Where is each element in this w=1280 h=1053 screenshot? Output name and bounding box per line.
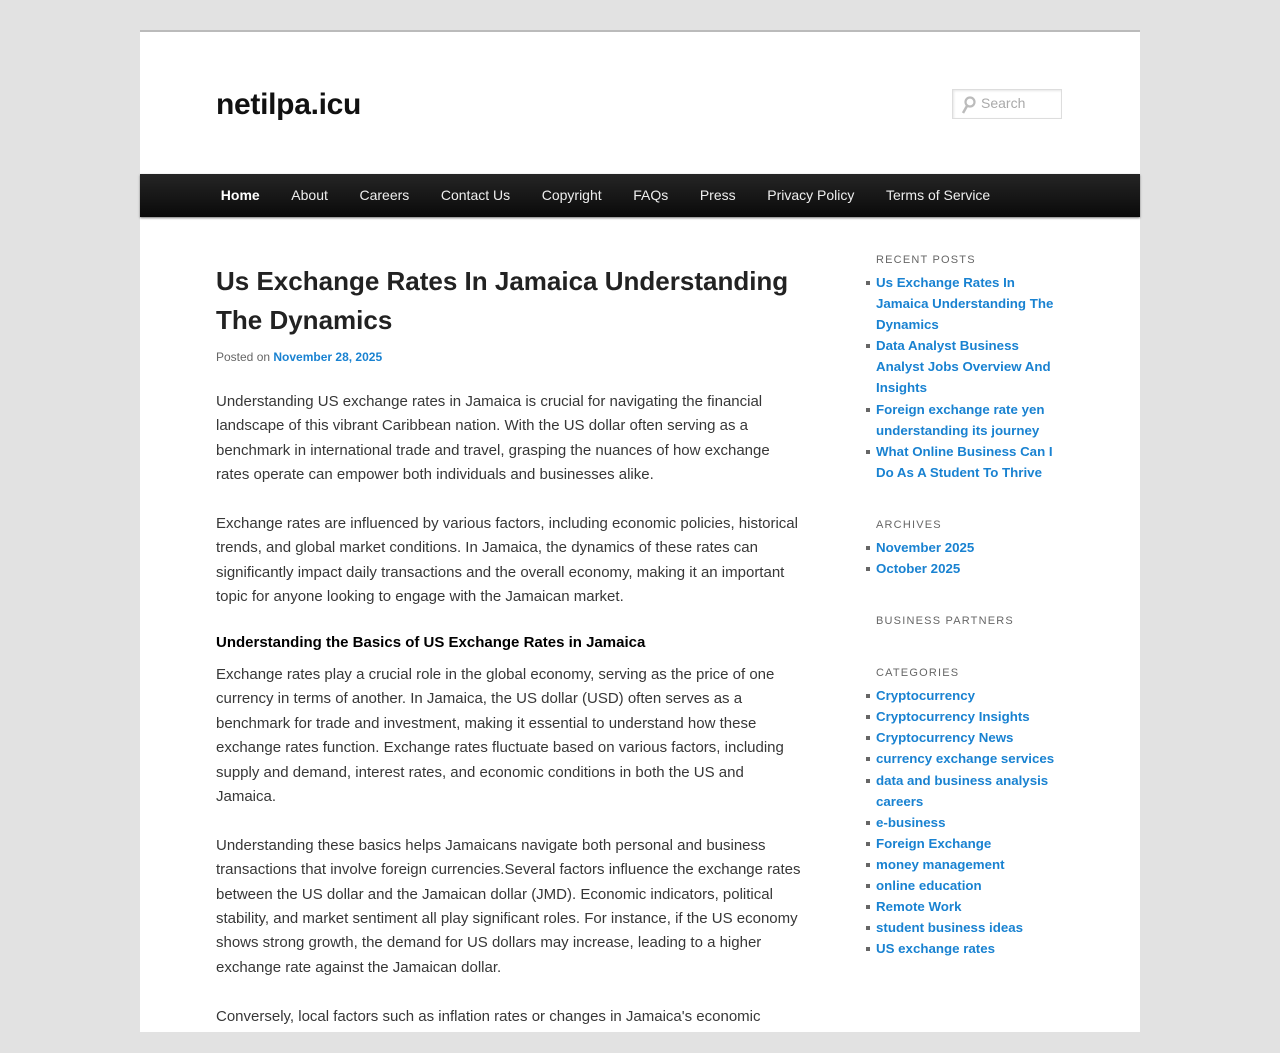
widget-title: Business Partners	[876, 615, 1014, 628]
nav-home[interactable]: Home	[205, 174, 276, 217]
nav-copyright[interactable]: Copyright	[526, 174, 618, 217]
category-link[interactable]: Cryptocurrency News	[876, 730, 1013, 745]
category-link[interactable]: e-business	[876, 815, 945, 830]
nav-terms-of-service[interactable]: Terms of Service	[870, 174, 1006, 217]
posted-on-label: Posted on	[216, 350, 271, 364]
category-link[interactable]: data and business analysis careers	[876, 773, 1048, 809]
archive-link[interactable]: November 2025	[876, 540, 974, 555]
sidebar: Recent Posts Us Exchange Rates In Jamaic…	[866, 254, 1061, 995]
recent-post-link[interactable]: Foreign exchange rate yen understanding …	[876, 402, 1044, 438]
recent-post-link[interactable]: What Online Business Can I Do As A Stude…	[876, 444, 1053, 480]
recent-posts-widget: Recent Posts Us Exchange Rates In Jamaic…	[866, 254, 1061, 483]
category-link[interactable]: US exchange rates	[876, 941, 995, 956]
category-item: online education	[866, 875, 1061, 896]
post: Us Exchange Rates In Jamaica Understandi…	[216, 262, 801, 1053]
paragraph: Exchange rates are influenced by various…	[216, 515, 798, 606]
section-heading: Understanding the Basics of US Exchange …	[216, 634, 646, 652]
nav-press[interactable]: Press	[684, 174, 751, 217]
page: netilpa.icu Home About Careers Contact U…	[140, 30, 1140, 1032]
site-title[interactable]: netilpa.icu	[216, 88, 361, 122]
post-meta: Posted on November 28, 2025	[216, 350, 801, 364]
category-item: Foreign Exchange	[866, 833, 1061, 854]
paragraph: Understanding US exchange rates in Jamai…	[216, 393, 770, 484]
nav-about[interactable]: About	[276, 174, 344, 217]
nav-faqs[interactable]: FAQs	[617, 174, 684, 217]
post-date-link[interactable]: November 28, 2025	[273, 350, 382, 364]
widget-title: Archives	[876, 518, 942, 531]
category-item: Cryptocurrency	[866, 685, 1061, 706]
recent-post-item: What Online Business Can I Do As A Stude…	[866, 441, 1061, 483]
category-link[interactable]: student business ideas	[876, 920, 1023, 935]
category-link[interactable]: money management	[876, 857, 1005, 872]
category-link[interactable]: online education	[876, 878, 982, 893]
nav-contact-us[interactable]: Contact Us	[425, 174, 526, 217]
nav-careers[interactable]: Careers	[344, 174, 425, 217]
archive-link[interactable]: October 2025	[876, 561, 960, 576]
category-item: US exchange rates	[866, 938, 1061, 959]
recent-post-link[interactable]: Us Exchange Rates In Jamaica Understandi…	[876, 275, 1053, 332]
category-item: currency exchange services	[866, 748, 1061, 769]
recent-post-item: Foreign exchange rate yen understanding …	[866, 399, 1061, 441]
archives-widget: Archives November 2025 October 2025	[866, 518, 1061, 579]
category-link[interactable]: Cryptocurrency	[876, 688, 975, 703]
archive-item: October 2025	[866, 558, 1061, 579]
search-input[interactable]	[979, 94, 1063, 112]
category-item: student business ideas	[866, 917, 1061, 938]
category-item: Cryptocurrency Insights	[866, 706, 1061, 727]
category-link[interactable]: Cryptocurrency Insights	[876, 709, 1030, 724]
paragraph: Conversely, local factors such as inflat…	[216, 1007, 761, 1025]
recent-post-item: Us Exchange Rates In Jamaica Understandi…	[866, 272, 1061, 335]
paragraph: Exchange rates play a crucial role in th…	[216, 666, 784, 806]
category-item: Cryptocurrency News	[866, 727, 1061, 748]
category-item: e-business	[866, 812, 1061, 833]
category-item: Remote Work	[866, 896, 1061, 917]
archive-item: November 2025	[866, 537, 1061, 558]
category-item: money management	[866, 854, 1061, 875]
recent-post-item: Data Analyst Business Analyst Jobs Overv…	[866, 335, 1061, 398]
recent-post-link[interactable]: Data Analyst Business Analyst Jobs Overv…	[876, 338, 1051, 395]
post-title[interactable]: Us Exchange Rates In Jamaica Understandi…	[216, 262, 801, 340]
search-box[interactable]	[952, 89, 1063, 119]
category-link[interactable]: currency exchange services	[876, 751, 1054, 766]
category-link[interactable]: Foreign Exchange	[876, 836, 991, 851]
widget-title: Categories	[876, 667, 960, 680]
category-item: data and business analysis careers	[866, 770, 1061, 812]
main-nav: Home About Careers Contact Us Copyright …	[140, 174, 1140, 217]
categories-widget: Categories Cryptocurrency Cryptocurrency…	[866, 667, 1061, 959]
business-partners-widget: Business Partners	[876, 615, 1061, 627]
nav-privacy-policy[interactable]: Privacy Policy	[751, 174, 870, 217]
widget-title: Recent Posts	[876, 254, 976, 266]
category-link[interactable]: Remote Work	[876, 899, 961, 914]
paragraph: Understanding these basics helps Jamaica…	[216, 836, 801, 976]
search-icon	[961, 96, 976, 114]
post-content: Understanding US exchange rates in Jamai…	[216, 390, 801, 1029]
